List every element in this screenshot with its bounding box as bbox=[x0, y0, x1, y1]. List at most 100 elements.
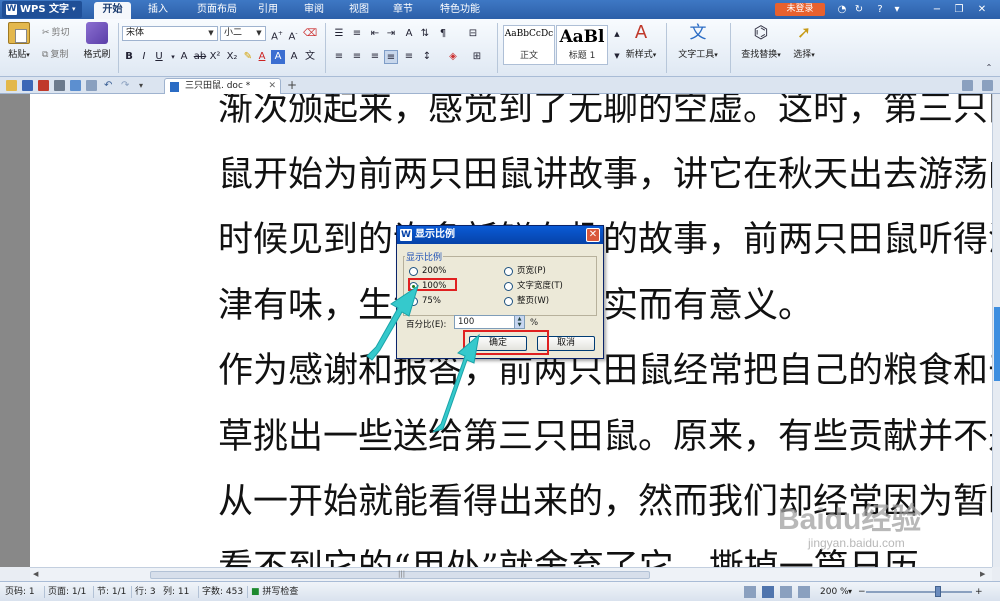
customize-toolbar-icon[interactable]: ▾ bbox=[139, 80, 150, 91]
tab-view[interactable]: 视图 bbox=[341, 2, 377, 19]
tab-document[interactable]: 三只田鼠. doc * ✕ bbox=[164, 78, 281, 94]
cut-button[interactable]: ✂ 剪切 bbox=[42, 26, 70, 40]
increase-indent-icon[interactable]: ⇥ bbox=[384, 27, 398, 41]
tab-list-icon[interactable] bbox=[962, 80, 973, 91]
char-border-icon[interactable]: A bbox=[287, 50, 301, 64]
underline-icon[interactable]: U bbox=[152, 50, 166, 64]
font-color-icon[interactable]: A bbox=[255, 50, 269, 64]
radio-whole-page[interactable]: 整页(W) bbox=[504, 296, 549, 306]
redo-icon[interactable]: ↷ bbox=[121, 80, 132, 91]
strikethrough-icon[interactable]: ab bbox=[193, 50, 207, 64]
clear-format-icon[interactable]: ⌫ bbox=[303, 27, 317, 41]
view-page-icon[interactable] bbox=[744, 586, 756, 598]
align-center-icon[interactable]: ≡ bbox=[350, 50, 364, 64]
paste-button[interactable]: 粘贴▾ bbox=[4, 22, 34, 60]
zoom-slider[interactable] bbox=[866, 591, 972, 593]
style-heading-1[interactable]: AaBl 标题 1 bbox=[556, 25, 608, 65]
format-painter-button[interactable]: 格式刷 bbox=[82, 22, 112, 60]
chinese-layout-icon[interactable]: A bbox=[402, 27, 416, 41]
undo-icon[interactable]: ↶ bbox=[104, 80, 115, 91]
tab-insert[interactable]: 插入 bbox=[139, 2, 177, 19]
decrease-indent-icon[interactable]: ⇤ bbox=[368, 27, 382, 41]
text-tools-button[interactable]: 文 文字工具▾ bbox=[672, 22, 724, 60]
print-icon[interactable] bbox=[54, 80, 65, 91]
font-name-select[interactable]: 宋体 ▼ bbox=[122, 26, 218, 41]
close-tab-icon[interactable]: ✕ bbox=[268, 79, 276, 94]
new-style-button[interactable]: A 新样式▾ bbox=[622, 22, 660, 60]
tab-references[interactable]: 引用 bbox=[250, 2, 286, 19]
zoom-slider-knob[interactable] bbox=[935, 586, 942, 597]
skin-icon[interactable]: ◔ bbox=[835, 3, 849, 16]
scroll-left-icon[interactable]: ◀ bbox=[33, 570, 38, 578]
font-size-select[interactable]: 小二 ▼ bbox=[220, 26, 266, 41]
scroll-thumb[interactable] bbox=[994, 307, 1000, 381]
document-text[interactable]: 渐次颁起来，感觉到了无聊的空虚。这时，第三只田 鼠开始为前两只田鼠讲故事，讲它在… bbox=[218, 94, 992, 567]
find-replace-button[interactable]: ⌬ 查找替换▾ bbox=[735, 22, 787, 60]
superscript-icon[interactable]: X² bbox=[208, 50, 222, 64]
distribute-icon[interactable]: ≡ bbox=[402, 50, 416, 64]
save-icon[interactable] bbox=[22, 80, 33, 91]
tab-chapter[interactable]: 章节 bbox=[384, 2, 422, 19]
select-button[interactable]: ➚ 选择▾ bbox=[789, 22, 819, 60]
radio-75[interactable]: 75% bbox=[409, 296, 441, 306]
app-menu-button[interactable]: W WPS 文字 ▾ bbox=[2, 1, 82, 18]
view-reading-icon[interactable] bbox=[780, 586, 792, 598]
sort-icon[interactable]: ⇅ bbox=[418, 27, 432, 41]
help-icon[interactable]: ? bbox=[873, 3, 887, 16]
grow-font-icon[interactable]: A+ bbox=[270, 27, 284, 42]
menu-dropdown-icon[interactable]: ▾ bbox=[890, 3, 904, 16]
shrink-font-icon[interactable]: A- bbox=[286, 27, 300, 42]
line-spacing-icon[interactable]: ↕ bbox=[420, 50, 434, 64]
vertical-scrollbar[interactable] bbox=[992, 94, 1000, 567]
style-normal[interactable]: AaBbCcDc 正文 bbox=[503, 25, 555, 65]
login-button[interactable]: 未登录 bbox=[775, 3, 825, 16]
borders-icon[interactable]: ⊞ bbox=[470, 50, 484, 64]
tab-home[interactable]: 开始 bbox=[94, 2, 131, 19]
bold-icon[interactable]: B bbox=[122, 50, 136, 64]
copy-button[interactable]: ⧉ 复制 bbox=[42, 48, 68, 62]
highlight-icon[interactable]: ✎ bbox=[241, 50, 255, 64]
status-word-count[interactable]: 字数: 453 bbox=[202, 586, 243, 598]
subscript-icon[interactable]: X₂ bbox=[225, 50, 239, 64]
tab-close-all-icon[interactable] bbox=[982, 80, 993, 91]
feedback-icon[interactable]: ↻ bbox=[852, 3, 866, 16]
collapse-ribbon-icon[interactable]: ⌃ bbox=[982, 61, 996, 75]
numbered-list-icon[interactable]: ≡ bbox=[350, 27, 364, 41]
tab-special-features[interactable]: 特色功能 bbox=[430, 2, 490, 19]
open-icon[interactable] bbox=[6, 80, 17, 91]
minimize-icon[interactable]: − bbox=[930, 3, 944, 16]
zoom-dropdown-icon[interactable]: ▾ bbox=[848, 586, 852, 598]
close-icon[interactable]: ✕ bbox=[975, 3, 989, 16]
view-web-icon[interactable] bbox=[798, 586, 810, 598]
bullet-list-icon[interactable]: ☰ bbox=[332, 27, 346, 41]
new-tab-button[interactable]: + bbox=[287, 78, 297, 93]
radio-page-width[interactable]: 页宽(P) bbox=[504, 266, 546, 276]
zoom-out-icon[interactable]: − bbox=[858, 586, 866, 598]
justify-icon[interactable]: ≡ bbox=[384, 50, 398, 64]
scroll-right-icon[interactable]: ▶ bbox=[980, 570, 985, 578]
restore-icon[interactable]: ❐ bbox=[952, 3, 966, 16]
show-marks-icon[interactable]: ¶ bbox=[436, 27, 450, 41]
align-left-icon[interactable]: ≡ bbox=[332, 50, 346, 64]
percent-spinner[interactable]: ▲ ▼ bbox=[514, 315, 525, 329]
print-preview-icon[interactable] bbox=[70, 80, 81, 91]
tab-page-layout[interactable]: 页面布局 bbox=[186, 2, 248, 19]
font-color-a-icon[interactable]: A bbox=[177, 50, 191, 64]
align-right-icon[interactable]: ≡ bbox=[368, 50, 382, 64]
spell-check-toggle[interactable]: ■ 拼写检查 bbox=[251, 586, 298, 598]
italic-icon[interactable]: I bbox=[137, 50, 151, 64]
view-outline-icon[interactable] bbox=[762, 586, 774, 598]
zoom-level[interactable]: 200 % bbox=[820, 586, 849, 598]
shading-icon[interactable]: ◈ bbox=[446, 50, 460, 64]
radio-200[interactable]: 200% bbox=[409, 266, 446, 276]
paragraph-settings-icon[interactable]: ⊟ bbox=[466, 27, 480, 41]
email-icon[interactable] bbox=[86, 80, 97, 91]
export-pdf-icon[interactable] bbox=[38, 80, 49, 91]
phonetic-icon[interactable]: 文 bbox=[303, 50, 317, 64]
zoom-in-icon[interactable]: + bbox=[975, 586, 983, 598]
char-shading-icon[interactable]: A bbox=[271, 50, 285, 64]
dialog-close-button[interactable]: ✕ bbox=[586, 228, 600, 242]
tab-review[interactable]: 审阅 bbox=[296, 2, 332, 19]
radio-text-width[interactable]: 文字宽度(T) bbox=[504, 281, 563, 291]
dialog-title-bar[interactable]: W 显示比例 ✕ bbox=[397, 226, 603, 244]
